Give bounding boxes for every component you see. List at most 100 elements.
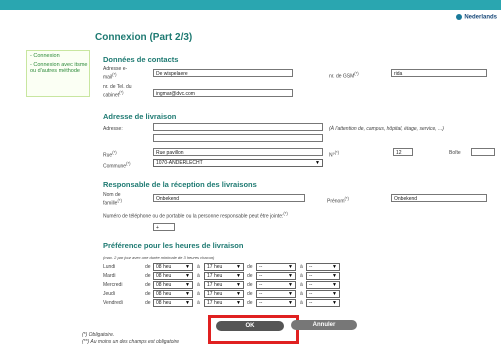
tel-label: nr. de Tel. du cabinet(*) xyxy=(103,84,132,99)
language-link[interactable]: Nederlands xyxy=(456,14,497,21)
delivery-heading: Adresse de livraison xyxy=(103,112,177,121)
phone-input[interactable]: + xyxy=(153,223,175,231)
de-label: de xyxy=(247,282,253,288)
day-label: Mardi xyxy=(103,273,116,279)
from2-select[interactable]: -- ▼ xyxy=(256,281,296,289)
a-label: à xyxy=(300,264,303,270)
sidebar: - Connexion - Connexion avec itsme ou d'… xyxy=(26,50,90,97)
hours-note: (max. 2 par jour avec une durée minimale… xyxy=(103,255,215,260)
from1-select[interactable]: 08 heu ▼ xyxy=(153,281,193,289)
to1-select[interactable]: 17 heu ▼ xyxy=(204,263,244,271)
contact-heading: Données de contacts xyxy=(103,55,179,64)
de-label: de xyxy=(247,264,253,270)
de-label: de xyxy=(145,282,151,288)
to2-select[interactable]: -- ▼ xyxy=(306,263,340,271)
email-input[interactable]: De wispelaere xyxy=(153,69,293,77)
from2-select[interactable]: -- ▼ xyxy=(256,263,296,271)
chevron-down-icon: ▼ xyxy=(332,264,337,270)
commune-label: Commune(*) xyxy=(103,161,131,170)
globe-icon xyxy=(456,14,463,20)
de-label: de xyxy=(145,291,151,297)
ok-button[interactable]: OK xyxy=(216,321,284,331)
from1-select[interactable]: 08 heu ▼ xyxy=(153,299,193,307)
lastname-label: Nom de famille(*) xyxy=(103,192,122,207)
a-label: à xyxy=(197,291,200,297)
a-label: à xyxy=(197,264,200,270)
a-label: à xyxy=(300,291,303,297)
to2-select[interactable]: -- ▼ xyxy=(306,299,340,307)
chevron-down-icon: ▼ xyxy=(288,264,293,270)
street-input[interactable]: Rue pavillon xyxy=(153,148,323,156)
de-label: de xyxy=(145,300,151,306)
to1-select[interactable]: 17 heu ▼ xyxy=(204,299,244,307)
chevron-down-icon: ▼ xyxy=(185,264,190,270)
chevron-down-icon: ▼ xyxy=(288,282,293,288)
chevron-down-icon: ▼ xyxy=(236,282,241,288)
to2-select[interactable]: -- ▼ xyxy=(306,272,340,280)
cancel-button[interactable]: Annuler xyxy=(291,320,357,330)
box-label: Boîte xyxy=(449,150,461,156)
a-label: à xyxy=(197,300,200,306)
chevron-down-icon: ▼ xyxy=(236,264,241,270)
chevron-down-icon: ▼ xyxy=(288,300,293,306)
gsm-input[interactable]: rida xyxy=(391,69,487,77)
to2-select[interactable]: -- ▼ xyxy=(306,290,340,298)
number-input[interactable]: 12 xyxy=(393,148,413,156)
gsm-label: nr. de GSM(*) xyxy=(329,71,359,80)
address-input-2[interactable] xyxy=(153,134,323,142)
required-note: (*) Obligatoire. xyxy=(82,332,115,338)
de-label: de xyxy=(145,273,151,279)
de-label: de xyxy=(247,291,253,297)
a-label: à xyxy=(197,273,200,279)
firstname-label: Prénom(*) xyxy=(327,196,349,205)
a-label: à xyxy=(197,282,200,288)
day-label: Mercredi xyxy=(103,282,123,288)
hours-heading: Préférence pour les heures de livraison xyxy=(103,241,244,250)
firstname-input[interactable]: Onbekend xyxy=(391,194,487,202)
chevron-down-icon: ▼ xyxy=(236,300,241,306)
chevron-down-icon: ▼ xyxy=(332,291,337,297)
address-hint: (À l'attention de, campus, hôpital, étag… xyxy=(329,126,444,132)
to1-select[interactable]: 17 heu ▼ xyxy=(204,281,244,289)
chevron-down-icon: ▼ xyxy=(236,291,241,297)
address-input[interactable] xyxy=(153,123,323,131)
a-label: à xyxy=(300,273,303,279)
from1-select[interactable]: 08 heu ▼ xyxy=(153,263,193,271)
street-label: Rue(*) xyxy=(103,150,117,159)
chevron-down-icon: ▼ xyxy=(236,273,241,279)
sidebar-item-connexion[interactable]: - Connexion xyxy=(27,51,89,60)
de-label: de xyxy=(145,264,151,270)
to2-select[interactable]: -- ▼ xyxy=(306,281,340,289)
chevron-down-icon: ▼ xyxy=(288,291,293,297)
tel-input[interactable]: ingmar@dvc.com xyxy=(153,89,293,97)
sidebar-item-connexion-itsme[interactable]: - Connexion avec itsme ou d'autres métho… xyxy=(27,60,89,75)
commune-select[interactable]: 1070-ANDERLECHT ▼ xyxy=(153,159,323,167)
chevron-down-icon: ▼ xyxy=(315,160,320,166)
to1-select[interactable]: 17 heu ▼ xyxy=(204,272,244,280)
chevron-down-icon: ▼ xyxy=(185,273,190,279)
a-label: à xyxy=(300,282,303,288)
from2-select[interactable]: -- ▼ xyxy=(256,290,296,298)
chevron-down-icon: ▼ xyxy=(185,300,190,306)
number-label: N°(*) xyxy=(329,150,340,159)
address-label: Adresse: xyxy=(103,126,123,132)
from2-select[interactable]: -- ▼ xyxy=(256,299,296,307)
day-label: Lundi xyxy=(103,264,116,270)
from1-select[interactable]: 08 heu ▼ xyxy=(153,290,193,298)
email-label: Adresse e-mail(*) xyxy=(103,66,128,81)
chevron-down-icon: ▼ xyxy=(332,282,337,288)
a-label: à xyxy=(300,300,303,306)
day-label: Jeudi xyxy=(103,291,115,297)
chevron-down-icon: ▼ xyxy=(332,300,337,306)
from1-select[interactable]: 08 heu ▼ xyxy=(153,272,193,280)
lastname-input[interactable]: Onbekend xyxy=(153,194,305,202)
chevron-down-icon: ▼ xyxy=(185,291,190,297)
from2-select[interactable]: -- ▼ xyxy=(256,272,296,280)
to1-select[interactable]: 17 heu ▼ xyxy=(204,290,244,298)
de-label: de xyxy=(247,300,253,306)
chevron-down-icon: ▼ xyxy=(332,273,337,279)
box-input[interactable] xyxy=(471,148,495,156)
day-label: Vendredi xyxy=(103,300,123,306)
top-bar xyxy=(0,0,501,10)
page-title: Connexion (Part 2/3) xyxy=(95,32,193,43)
